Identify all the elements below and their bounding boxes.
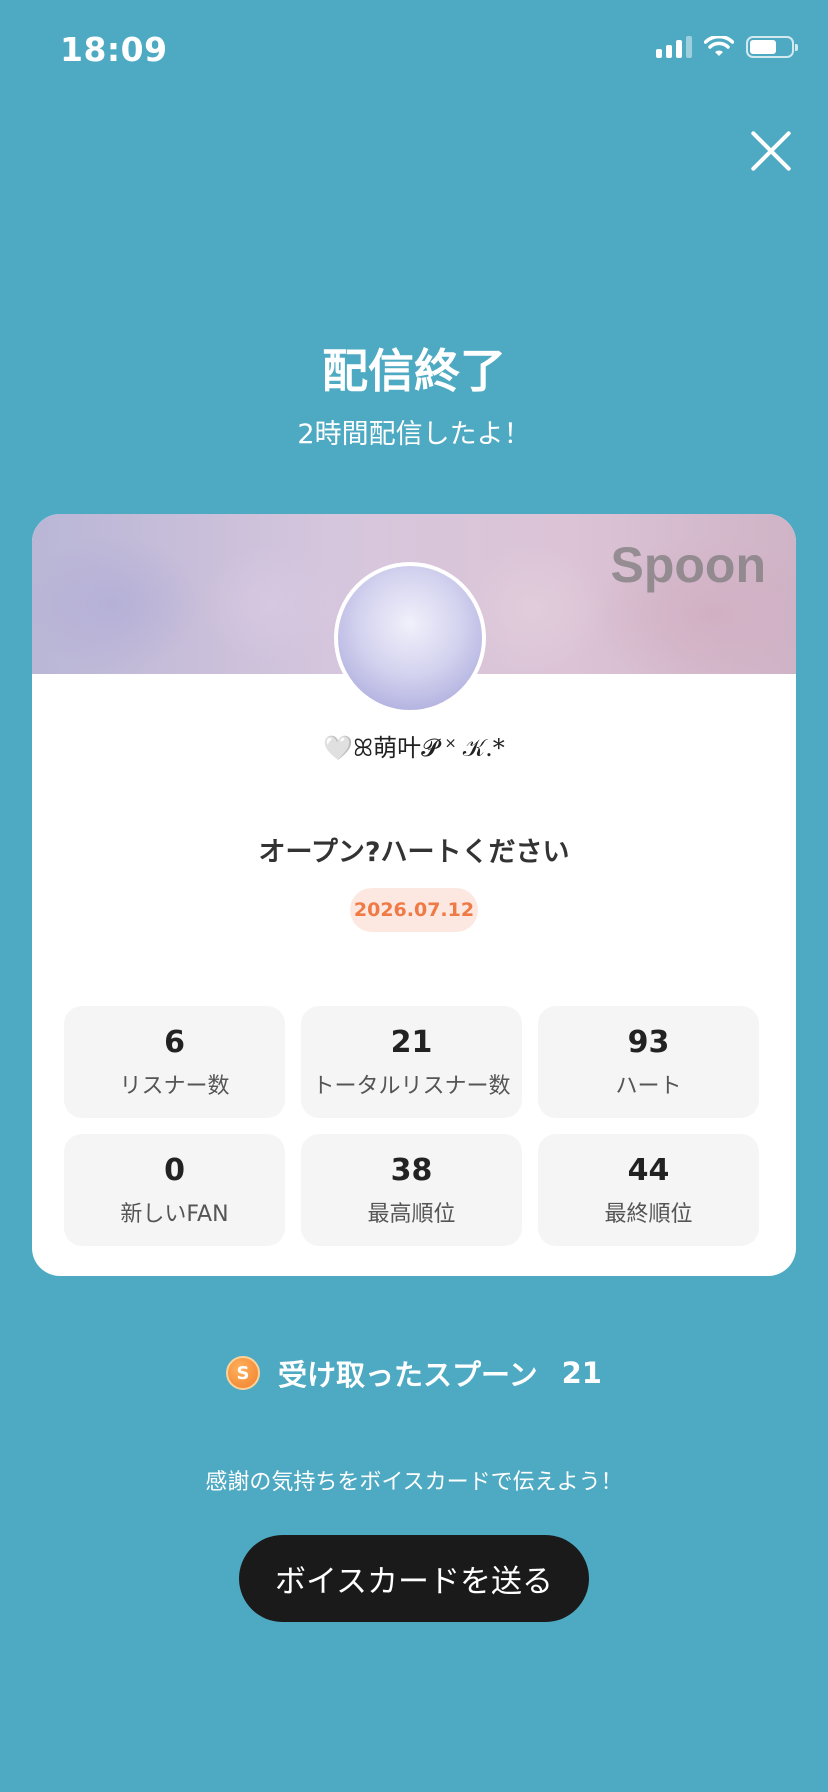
stat-label: ハート: [615, 1073, 682, 1099]
stat-final-rank: 44 最終順位: [538, 1134, 759, 1246]
stat-listeners: 6 リスナー数: [64, 1006, 285, 1118]
status-bar: 18:09: [0, 0, 828, 100]
received-spoons-label: 受け取ったスプーン: [278, 1358, 538, 1392]
stat-label: 新しいFAN: [120, 1201, 229, 1227]
stat-value: 44: [627, 1152, 670, 1188]
broadcast-summary-card: Spoon 🤍ꕤ萌叶𝓟 ˟ 𝒦.* オープン?ハートください 2026.07.1…: [32, 514, 796, 1276]
stat-value: 0: [164, 1152, 185, 1188]
stat-highest-rank: 38 最高順位: [301, 1134, 522, 1246]
page-subtitle: 2時間配信したよ！: [297, 419, 531, 450]
status-icons: [656, 36, 798, 58]
received-spoons: S 受け取ったスプーン 21: [0, 1352, 828, 1394]
stat-value: 38: [390, 1152, 433, 1188]
stat-value: 21: [390, 1024, 433, 1060]
username: 🤍ꕤ萌叶𝓟 ˟ 𝒦.*: [323, 734, 505, 762]
page-title: 配信終了: [322, 344, 506, 398]
stats-grid: 6 リスナー数 21 トータルリスナー数 93 ハート 0 新しいFAN 38 …: [64, 1006, 764, 1246]
spoon-logo: Spoon: [610, 537, 766, 593]
spoon-coin-icon: S: [226, 1356, 261, 1390]
stat-label: リスナー数: [119, 1073, 230, 1099]
stat-total-listeners: 21 トータルリスナー数: [301, 1006, 522, 1118]
status-time: 18:09: [60, 30, 168, 69]
stat-value: 93: [627, 1024, 670, 1060]
stat-label: トータルリスナー数: [312, 1073, 511, 1099]
send-voice-card-button[interactable]: ボイスカードを送る: [239, 1535, 589, 1622]
avatar: [334, 562, 486, 714]
signal-icon: [656, 36, 692, 58]
stat-new-fans: 0 新しいFAN: [64, 1134, 285, 1246]
wifi-icon: [704, 36, 734, 56]
battery-icon: [746, 36, 798, 58]
stat-value: 6: [164, 1024, 185, 1060]
close-button[interactable]: [746, 126, 796, 176]
stat-hearts: 93 ハート: [538, 1006, 759, 1118]
stat-label: 最高順位: [367, 1201, 456, 1227]
date-badge: 2026.07.12: [350, 888, 478, 932]
received-spoons-count: 21: [561, 1356, 602, 1390]
thanks-message: 感謝の気持ちをボイスカードで伝えよう！: [205, 1470, 623, 1495]
stream-title: オープン?ハートください: [258, 837, 570, 868]
stat-label: 最終順位: [604, 1201, 693, 1227]
